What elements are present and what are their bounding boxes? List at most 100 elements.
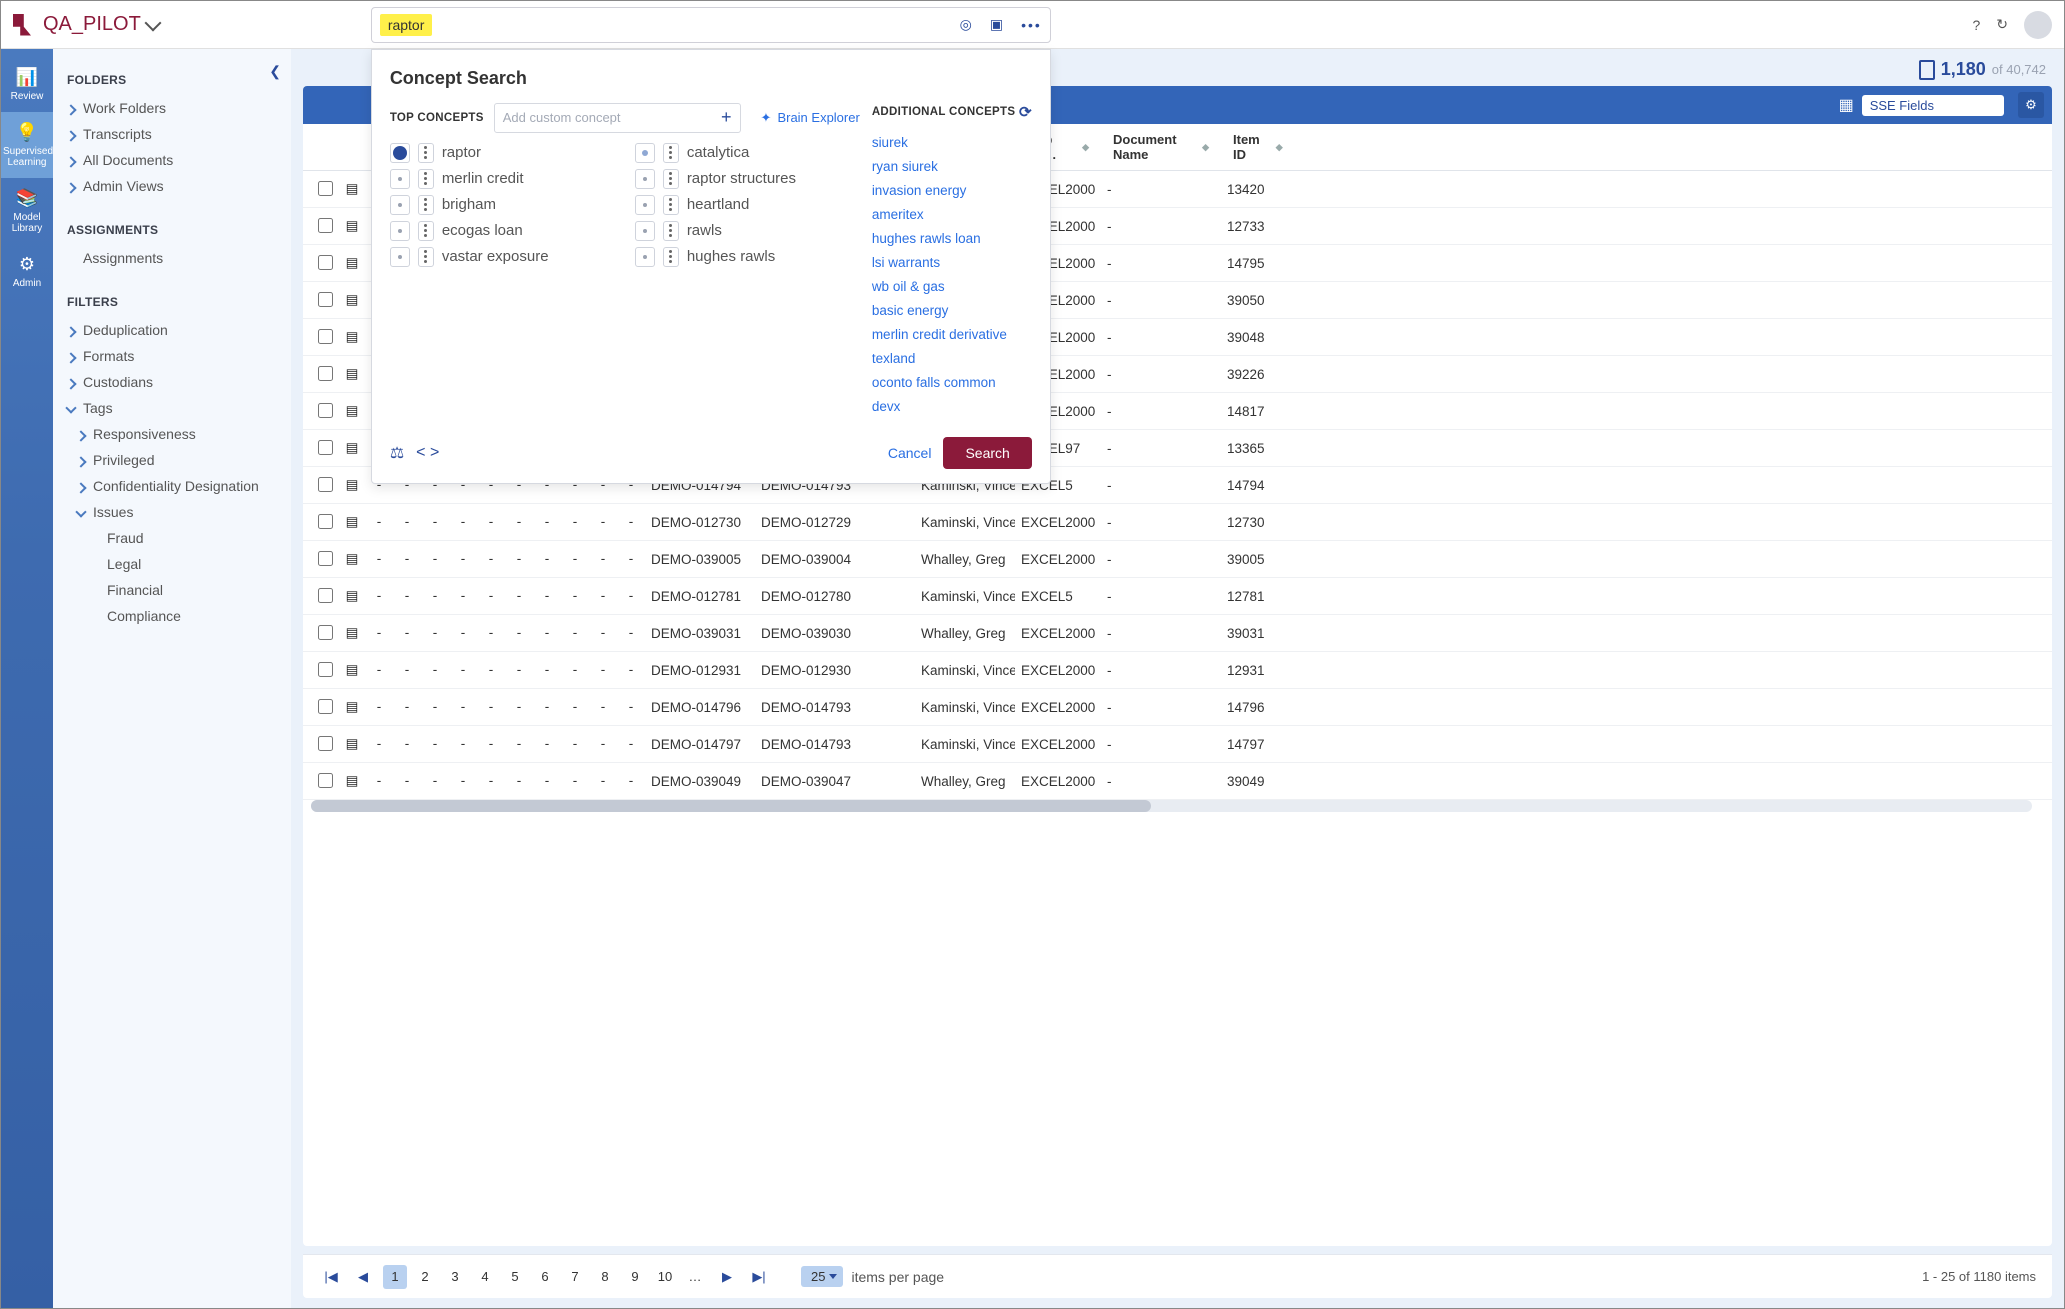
items-per-page-select[interactable]: 25 (801, 1266, 843, 1287)
concept-weight-icon[interactable] (390, 143, 410, 163)
row-checkbox[interactable] (318, 403, 333, 418)
additional-concept-link[interactable]: siurek (872, 131, 1032, 155)
concept-menu-icon[interactable] (663, 221, 679, 241)
rail-item-admin[interactable]: ⚙Admin (11, 244, 43, 299)
row-checkbox[interactable] (318, 329, 333, 344)
table-row[interactable]: ▤----------DEMO-014797DEMO-014793Kaminsk… (303, 726, 2052, 763)
page-number[interactable]: 2 (413, 1265, 437, 1289)
sidebar-item-confidentiality-designation[interactable]: Confidentiality Designation (77, 473, 277, 499)
page-number[interactable]: 7 (563, 1265, 587, 1289)
additional-concept-link[interactable]: devx (872, 395, 1032, 419)
additional-concept-link[interactable]: ryan siurek (872, 155, 1032, 179)
concept-menu-icon[interactable] (418, 221, 434, 241)
row-checkbox[interactable] (318, 292, 333, 307)
sidebar-item-tags[interactable]: Tags (67, 395, 277, 421)
concept-weight-icon[interactable] (635, 195, 655, 215)
table-row[interactable]: ▤----------DEMO-039031DEMO-039030Whalley… (303, 615, 2052, 652)
row-checkbox[interactable] (318, 773, 333, 788)
concept-menu-icon[interactable] (663, 247, 679, 267)
row-checkbox[interactable] (318, 181, 333, 196)
additional-concept-link[interactable]: texland (872, 347, 1032, 371)
grid-layout-icon[interactable]: ▦ (1839, 95, 1854, 115)
table-row[interactable]: ▤----------DEMO-012781DEMO-012780Kaminsk… (303, 578, 2052, 615)
concept-weight-icon[interactable] (390, 195, 410, 215)
search-button[interactable]: Search (943, 437, 1031, 469)
concept-item[interactable]: raptor structures (635, 169, 860, 189)
scales-icon[interactable]: ⚖ (390, 443, 404, 463)
row-checkbox[interactable] (318, 699, 333, 714)
concept-menu-icon[interactable] (418, 169, 434, 189)
concept-menu-icon[interactable] (663, 169, 679, 189)
additional-concept-link[interactable]: oconto falls common (872, 371, 1032, 395)
row-checkbox[interactable] (318, 551, 333, 566)
concept-menu-icon[interactable] (663, 195, 679, 215)
row-checkbox[interactable] (318, 440, 333, 455)
page-number[interactable]: 6 (533, 1265, 557, 1289)
cancel-button[interactable]: Cancel (888, 445, 932, 461)
settings-icon[interactable]: ⚙ (2018, 92, 2044, 118)
page-first-icon[interactable]: |◀ (319, 1265, 343, 1289)
sidebar-item-privileged[interactable]: Privileged (77, 447, 277, 473)
page-prev-icon[interactable]: ◀ (351, 1265, 375, 1289)
page-number[interactable]: 10 (653, 1265, 677, 1289)
concept-weight-icon[interactable] (635, 143, 655, 163)
concept-menu-icon[interactable] (418, 195, 434, 215)
table-row[interactable]: ▤----------DEMO-039005DEMO-039004Whalley… (303, 541, 2052, 578)
concept-item[interactable]: hughes rawls (635, 247, 860, 267)
page-number[interactable]: 9 (623, 1265, 647, 1289)
page-number[interactable]: 1 (383, 1265, 407, 1289)
more-icon[interactable]: ••• (1021, 17, 1042, 33)
sidebar-item-work-folders[interactable]: Work Folders (67, 95, 277, 121)
table-row[interactable]: ▤----------DEMO-039049DEMO-039047Whalley… (303, 763, 2052, 800)
sidebar-item-issues[interactable]: Issues (77, 499, 277, 525)
col-docname[interactable]: Document Name◆ (1101, 132, 1221, 162)
horizontal-scrollbar[interactable] (311, 800, 2032, 812)
concept-item[interactable]: brigham (390, 195, 615, 215)
locate-icon[interactable]: ◎ (960, 16, 972, 33)
save-icon[interactable]: ▣ (990, 16, 1003, 33)
concept-weight-icon[interactable] (635, 221, 655, 241)
code-icon[interactable]: < > (416, 444, 439, 462)
concept-item[interactable]: raptor (390, 143, 615, 163)
concept-weight-icon[interactable] (635, 169, 655, 189)
scrollbar-thumb[interactable] (311, 800, 1151, 812)
row-checkbox[interactable] (318, 514, 333, 529)
concept-item[interactable]: rawls (635, 221, 860, 241)
avatar[interactable] (2024, 11, 2052, 39)
sidebar-item-admin-views[interactable]: Admin Views (67, 173, 277, 199)
add-concept-plus-icon[interactable]: + (721, 107, 732, 128)
sidebar-collapse-icon[interactable]: ❮ (269, 63, 281, 80)
refresh-concepts-icon[interactable]: ⟳ (1019, 103, 1032, 121)
concept-weight-icon[interactable] (390, 169, 410, 189)
brain-explorer-link[interactable]: ✦ Brain Explorer (761, 110, 860, 126)
sidebar-item-responsiveness[interactable]: Responsiveness (77, 421, 277, 447)
row-checkbox[interactable] (318, 662, 333, 677)
row-checkbox[interactable] (318, 218, 333, 233)
sidebar-item-custodians[interactable]: Custodians (67, 369, 277, 395)
table-row[interactable]: ▤----------DEMO-012931DEMO-012930Kaminsk… (303, 652, 2052, 689)
row-checkbox[interactable] (318, 588, 333, 603)
additional-concept-link[interactable]: basic energy (872, 299, 1032, 323)
app-logo[interactable] (13, 14, 31, 36)
concept-weight-icon[interactable] (635, 247, 655, 267)
table-row[interactable]: ▤----------DEMO-014796DEMO-014793Kaminsk… (303, 689, 2052, 726)
sidebar-item-compliance[interactable]: Compliance (87, 603, 277, 629)
page-number[interactable]: 8 (593, 1265, 617, 1289)
additional-concept-link[interactable]: wb oil & gas (872, 275, 1032, 299)
additional-concept-link[interactable]: ameritex (872, 203, 1032, 227)
row-checkbox[interactable] (318, 366, 333, 381)
concept-menu-icon[interactable] (418, 143, 434, 163)
sidebar-item-assignments[interactable]: Assignments (67, 245, 277, 271)
sidebar-item-transcripts[interactable]: Transcripts (67, 121, 277, 147)
concept-item[interactable]: ecogas loan (390, 221, 615, 241)
page-number[interactable]: 4 (473, 1265, 497, 1289)
additional-concept-link[interactable]: invasion energy (872, 179, 1032, 203)
page-next-icon[interactable]: ▶ (715, 1265, 739, 1289)
additional-concept-link[interactable]: merlin credit derivative (872, 323, 1032, 347)
add-concept-input[interactable]: Add custom concept + (494, 103, 741, 133)
sidebar-item-deduplication[interactable]: Deduplication (67, 317, 277, 343)
concept-item[interactable]: heartland (635, 195, 860, 215)
row-checkbox[interactable] (318, 736, 333, 751)
page-number[interactable]: 3 (443, 1265, 467, 1289)
additional-concept-link[interactable]: hughes rawls loan (872, 227, 1032, 251)
